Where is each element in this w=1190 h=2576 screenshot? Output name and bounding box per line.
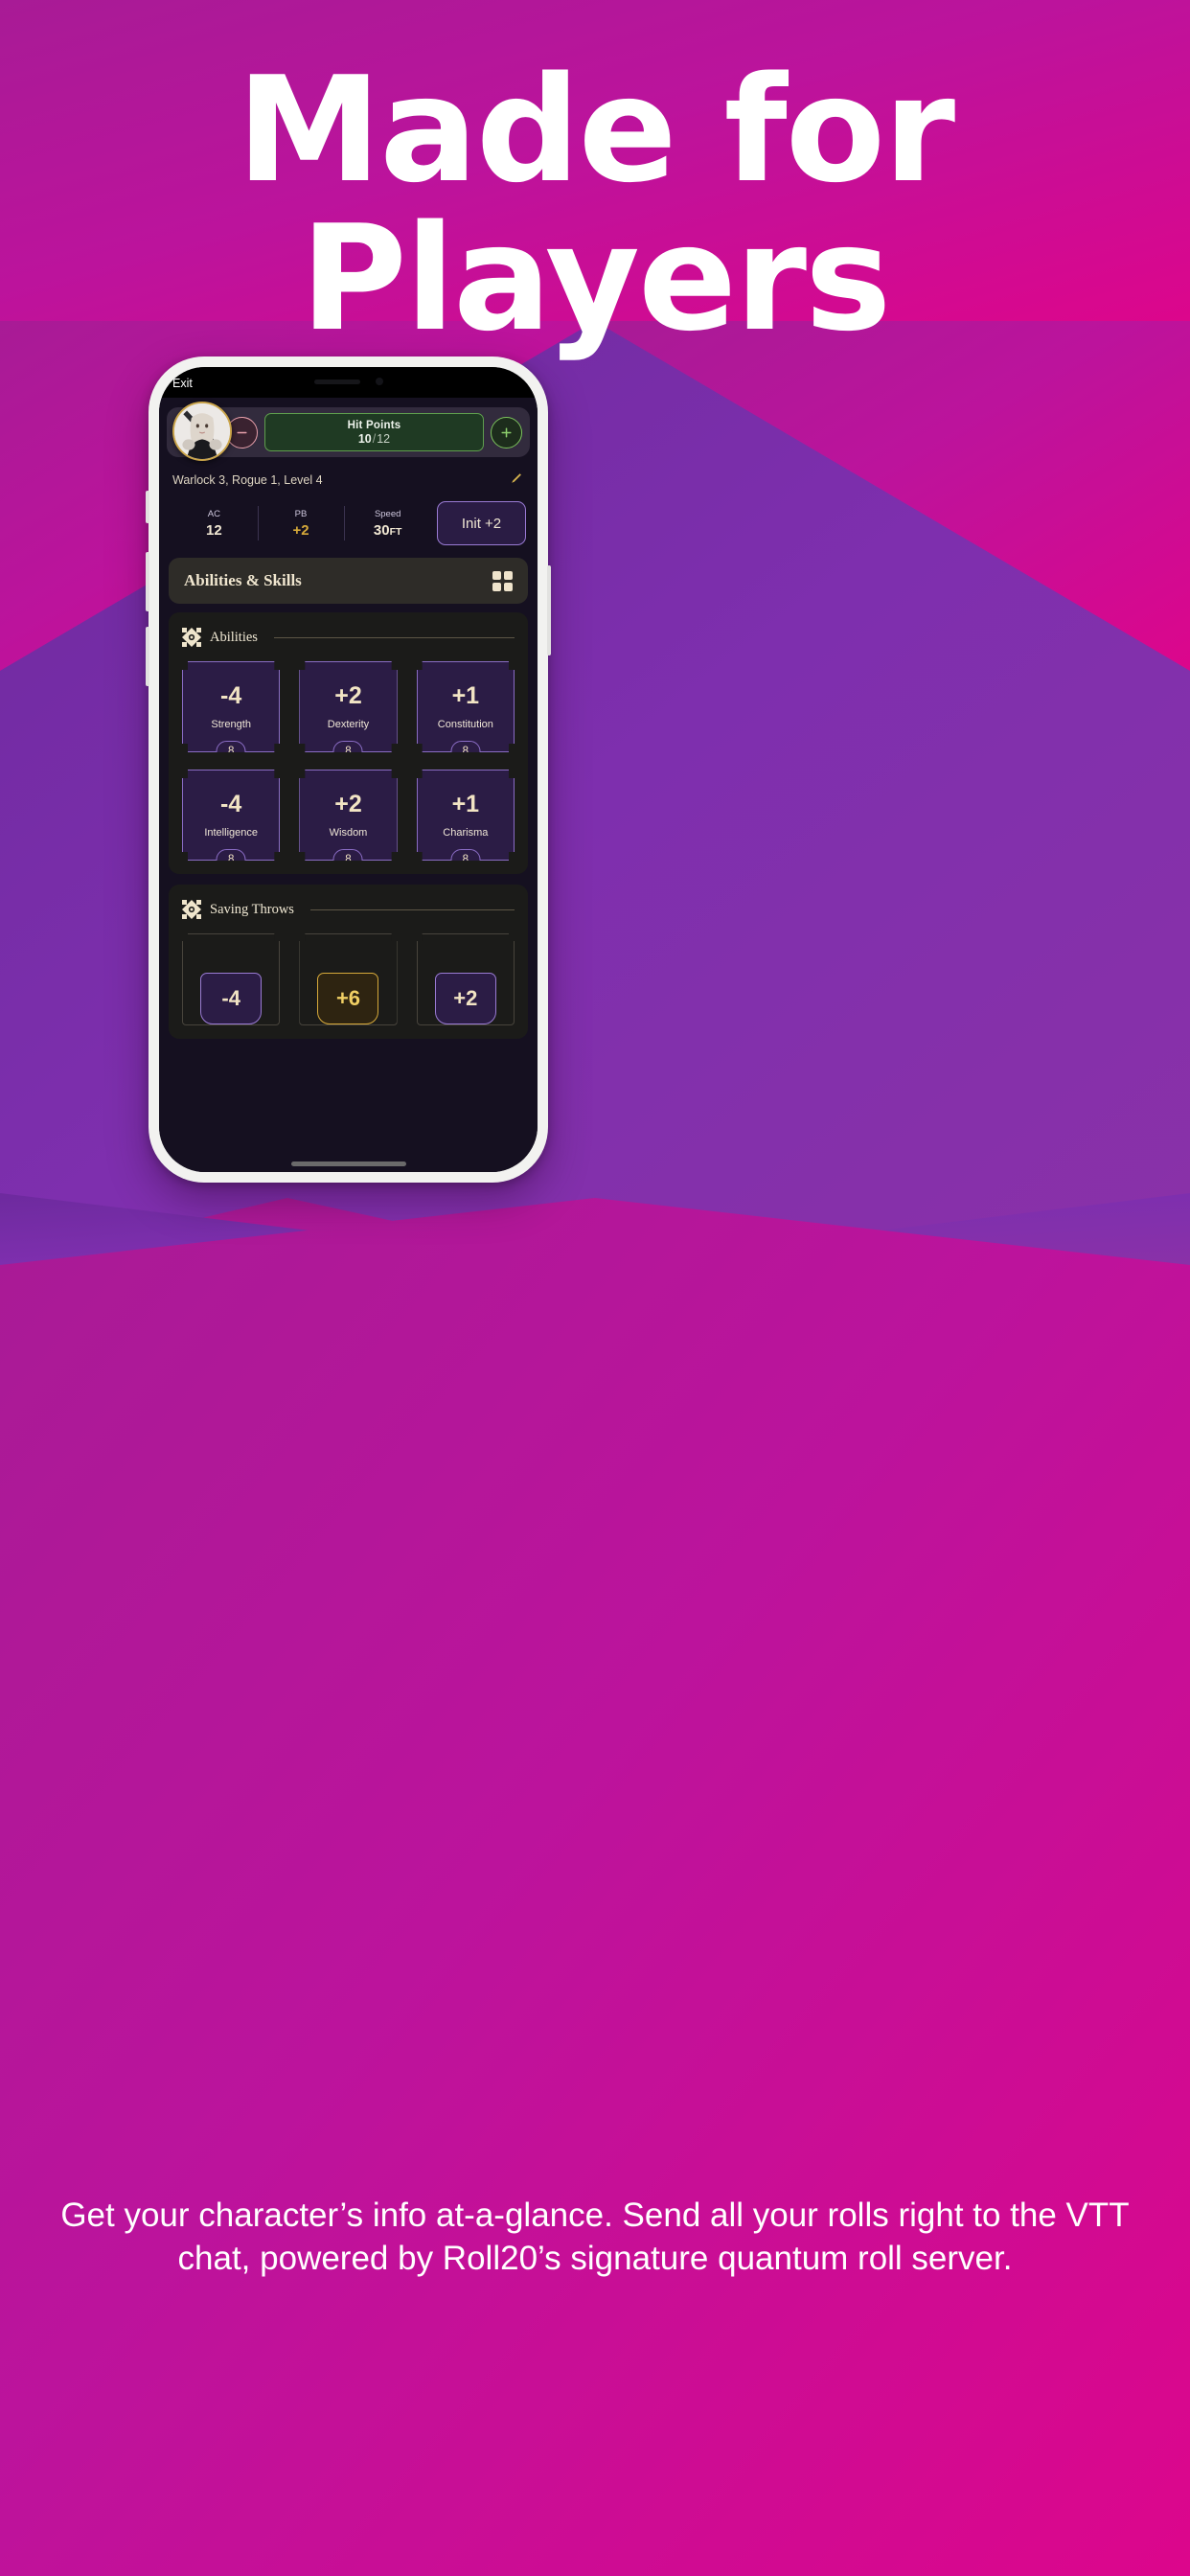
ability-name: Intelligence [204, 826, 258, 839]
tab-abilities-and-skills[interactable]: Abilities & Skills [169, 558, 528, 604]
minus-icon [237, 431, 247, 433]
section-divider [309, 908, 515, 910]
pencil-icon[interactable] [509, 471, 524, 490]
promo-caption: Get your character’s info at-a-glance. S… [60, 2196, 1130, 2277]
ability-modifier: +2 [334, 790, 362, 817]
saving-throw-modifier: +6 [317, 973, 378, 1024]
home-indicator [290, 1162, 406, 1166]
phone-mute-switch [146, 491, 149, 523]
character-portrait-icon [174, 403, 230, 459]
section-tab-title: Abilities & Skills [184, 571, 302, 589]
stat-ac-label: AC [207, 508, 220, 519]
stat-speed-label: Speed [374, 508, 401, 519]
gem-icon [182, 900, 201, 919]
ability-card-constitution[interactable]: +1 Constitution 8 [417, 661, 515, 752]
saving-throws-grid: -4 +6 +2 [182, 933, 515, 1025]
headline-line-1: Made for [236, 45, 955, 215]
ability-name: Wisdom [329, 826, 368, 839]
avatar[interactable] [172, 402, 232, 461]
saving-throw-modifier: -4 [200, 973, 262, 1024]
abilities-title: Abilities [210, 629, 258, 645]
ability-modifier: +1 [451, 790, 480, 817]
front-camera [375, 378, 383, 385]
phone-volume-down-button [146, 627, 149, 686]
speed-unit: FT [389, 525, 402, 538]
ability-name: Dexterity [327, 718, 370, 730]
character-sheet-app: Hit Points 10/12 Warlock 3, Rogue 1, Lev… [159, 398, 538, 1172]
phone-notch [255, 367, 442, 396]
saving-throws-panel-header: Saving Throws [182, 900, 515, 919]
class-level-text: Warlock 3, Rogue 1, Level 4 [172, 473, 323, 487]
hit-points-value: 10/12 [358, 432, 390, 446]
ability-card-strength[interactable]: -4 Strength 8 [182, 661, 280, 752]
saving-throw-card[interactable]: -4 [182, 933, 280, 1025]
abilities-panel: Abilities -4 Strength 8 +2 Dexterity 8 +… [169, 612, 528, 874]
ability-modifier: -4 [220, 790, 242, 817]
ability-card-intelligence[interactable]: -4 Intelligence 8 [182, 770, 280, 861]
section-divider [273, 636, 515, 638]
phone-mockup: Exit Hit Points 10/12 Warlock 3, Rogue 1… [146, 356, 551, 1183]
increment-hp-button[interactable] [491, 416, 522, 448]
ability-name: Strength [211, 718, 251, 730]
class-row: Warlock 3, Rogue 1, Level 4 [172, 471, 524, 490]
ability-name: Constitution [437, 718, 493, 730]
headline-line-2: Players [300, 194, 891, 364]
grid-cell [504, 570, 513, 580]
stat-pb-label: PB [294, 508, 308, 519]
stat-pb[interactable]: PB +2 [257, 501, 345, 545]
grid-view-icon[interactable] [492, 570, 513, 591]
hp-max: 12 [377, 431, 391, 446]
stat-pb-value: +2 [292, 521, 309, 539]
ability-score-badge[interactable]: 8 [333, 849, 363, 870]
abilities-panel-header: Abilities [182, 628, 515, 647]
stat-speed-value: 30FT [374, 522, 402, 539]
exit-button[interactable]: Exit [172, 377, 193, 390]
ability-score-badge[interactable]: 8 [450, 849, 480, 870]
grid-cell [504, 582, 513, 591]
gem-icon [182, 628, 201, 647]
ability-score-badge[interactable]: 8 [217, 849, 246, 870]
ability-card-charisma[interactable]: +1 Charisma 8 [417, 770, 515, 861]
saving-throw-modifier: +2 [435, 973, 496, 1024]
speed-number: 30 [373, 521, 390, 539]
ability-card-wisdom[interactable]: +2 Wisdom 8 [299, 770, 397, 861]
ability-score-badge[interactable]: 8 [217, 741, 246, 762]
saving-throws-title: Saving Throws [210, 901, 294, 917]
initiative-button[interactable]: Init +2 [437, 501, 527, 545]
hit-points-label: Hit Points [347, 419, 401, 431]
ability-modifier: +2 [334, 681, 362, 709]
phone-volume-up-button [146, 552, 149, 611]
stat-ac-value: 12 [205, 521, 222, 539]
page-title: Made for Players [0, 56, 1190, 353]
ability-name: Charisma [443, 826, 489, 839]
ability-score-badge[interactable]: 8 [333, 741, 363, 762]
hit-points-row: Hit Points 10/12 [167, 402, 530, 461]
stats-row: AC 12 PB +2 Speed 30FT Init +2 [171, 501, 527, 545]
grid-cell [492, 582, 501, 591]
phone-screen: Exit Hit Points 10/12 Warlock 3, Rogue 1… [159, 367, 538, 1172]
grid-cell [492, 570, 501, 580]
ability-modifier: -4 [220, 681, 242, 709]
saving-throws-panel: Saving Throws -4 +6 +2 [169, 885, 528, 1039]
saving-throw-card[interactable]: +2 [417, 933, 515, 1025]
stat-speed[interactable]: Speed 30FT [344, 501, 431, 545]
stat-ac[interactable]: AC 12 [171, 501, 258, 545]
hit-points-display[interactable]: Hit Points 10/12 [264, 413, 484, 451]
phone-power-button [547, 565, 551, 656]
saving-throw-card[interactable]: +6 [299, 933, 397, 1025]
abilities-grid: -4 Strength 8 +2 Dexterity 8 +1 Constitu… [182, 661, 515, 861]
ability-score-badge[interactable]: 8 [450, 741, 480, 762]
ability-card-dexterity[interactable]: +2 Dexterity 8 [299, 661, 397, 752]
earpiece-speaker [313, 379, 360, 384]
pencil-glyph [512, 473, 521, 483]
plus-icon [501, 427, 512, 437]
hp-current: 10 [357, 431, 372, 446]
ability-modifier: +1 [451, 681, 480, 709]
